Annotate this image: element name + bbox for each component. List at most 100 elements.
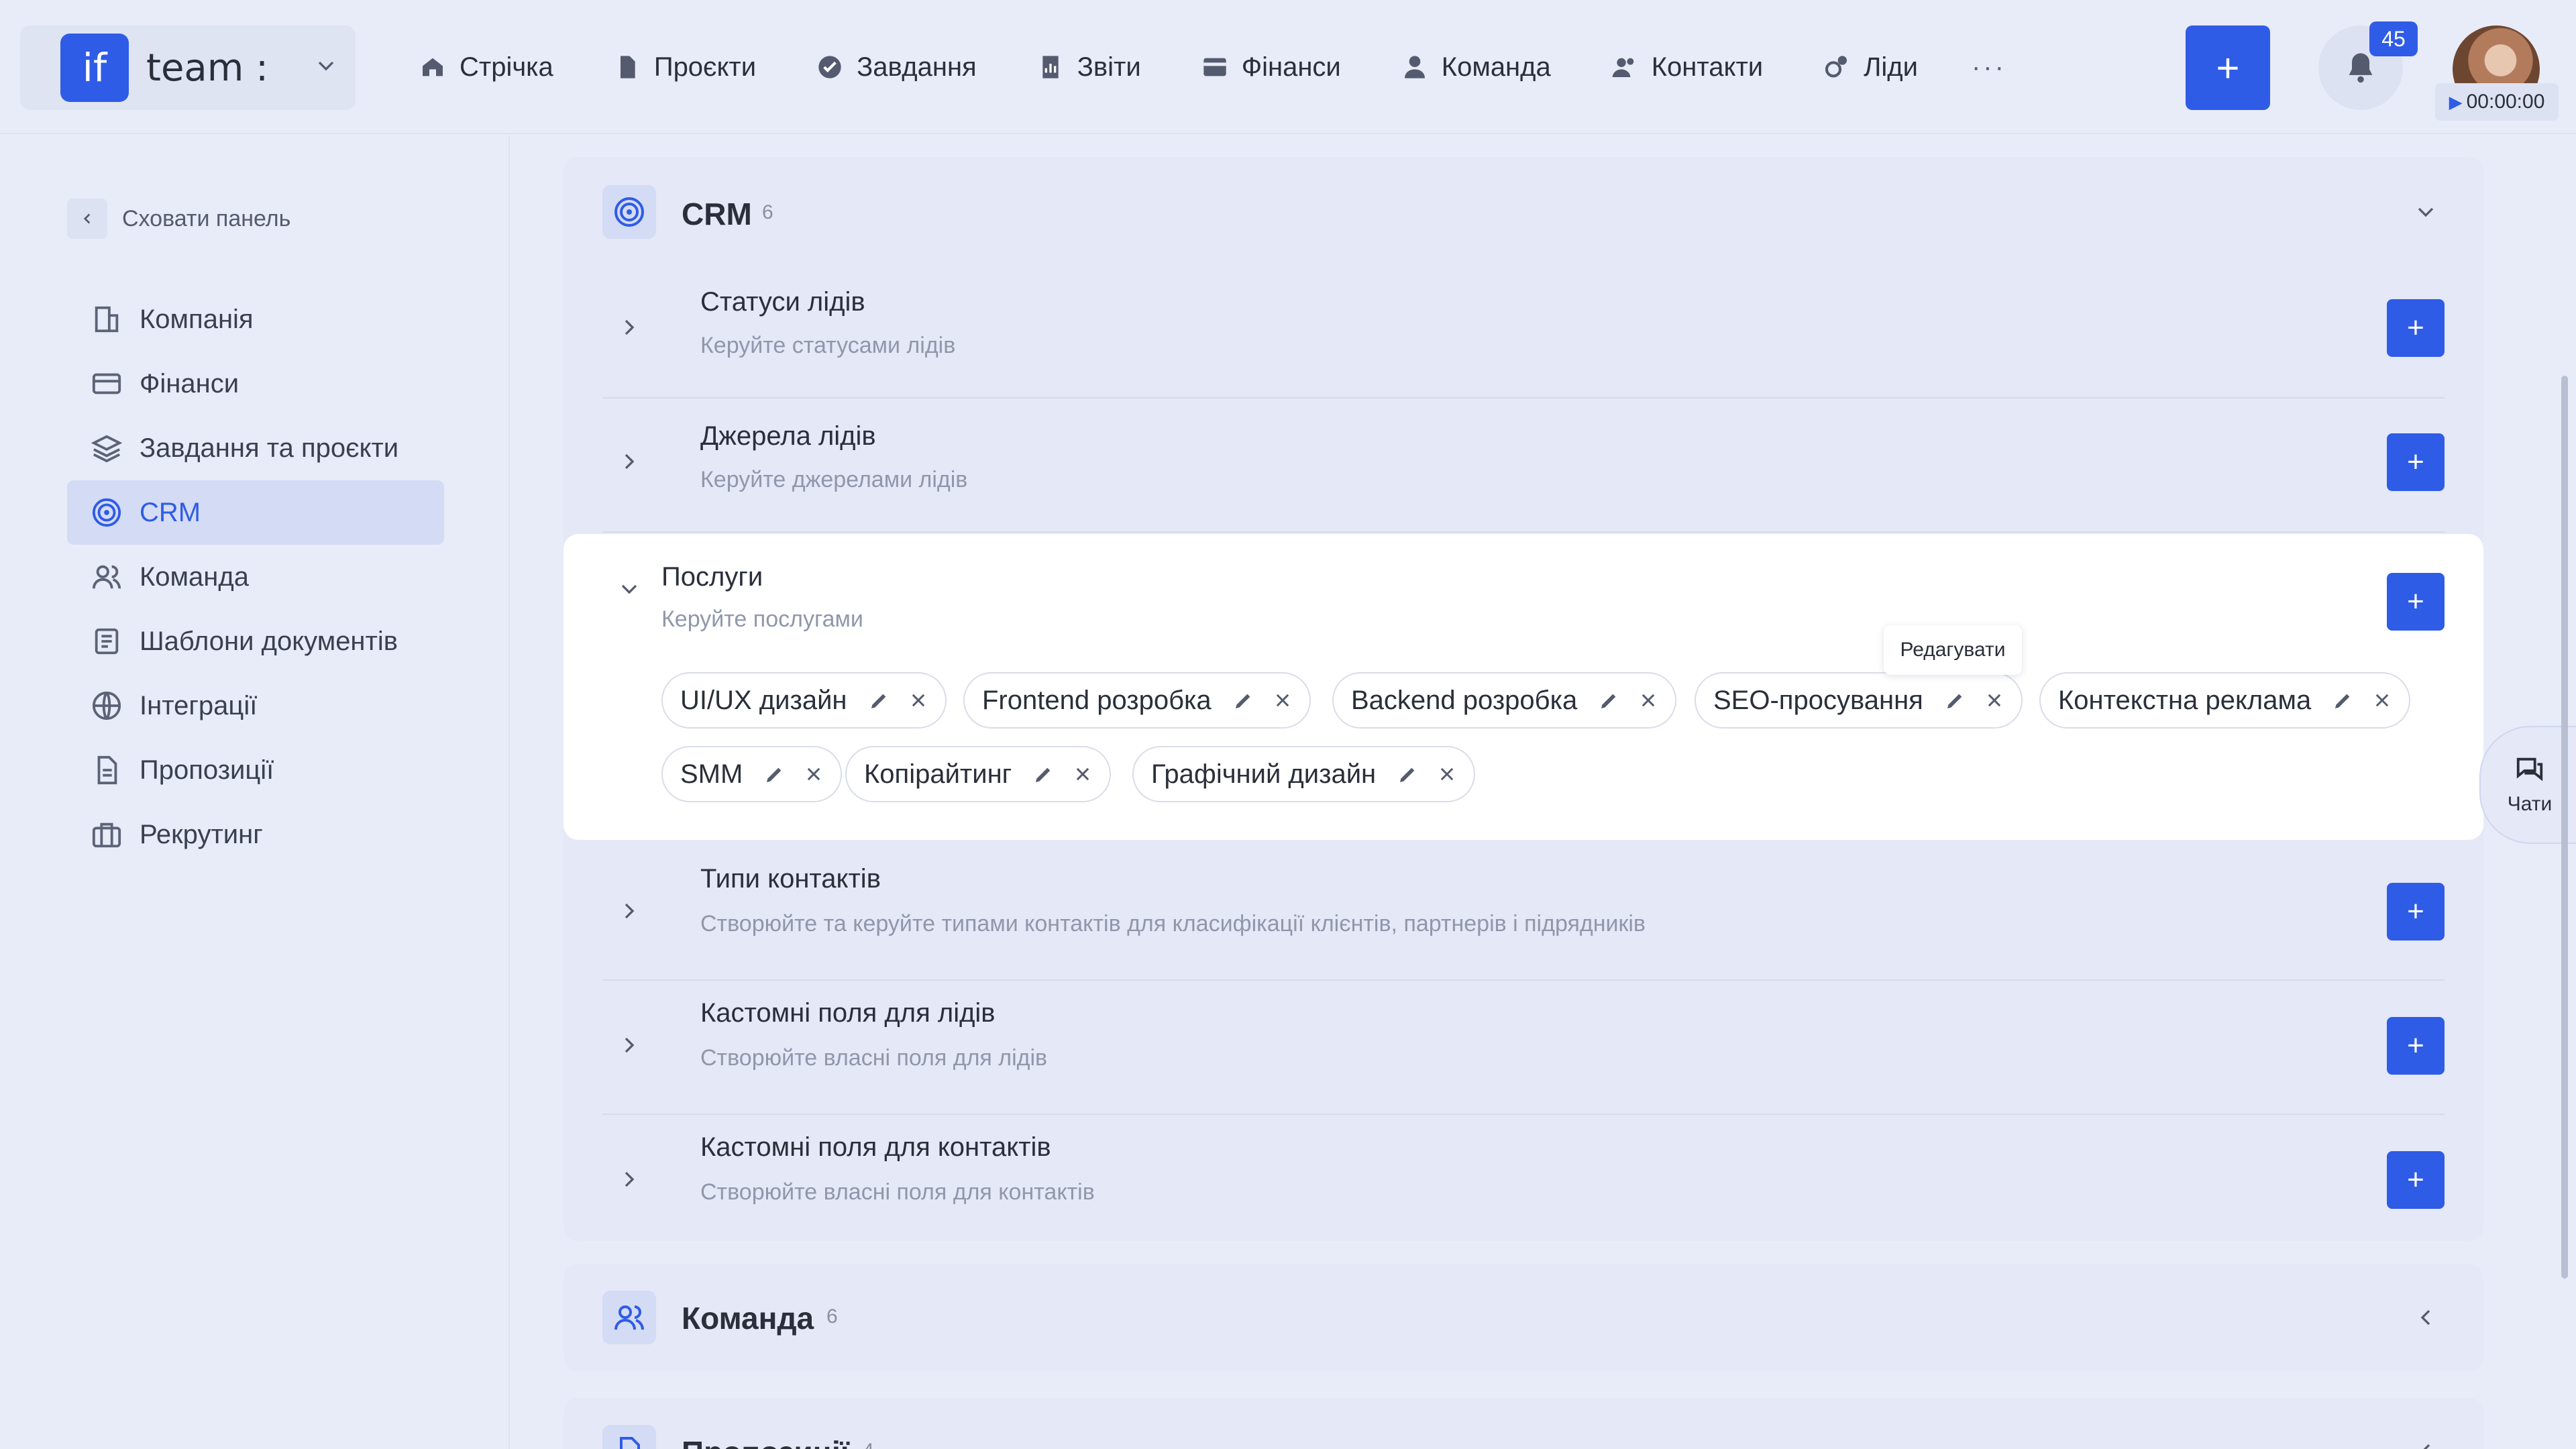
row-subtitle: Створюйте та керуйте типами контактів дл… <box>700 911 1646 936</box>
nav-item-team[interactable]: Команда <box>1401 52 1551 83</box>
company-icon <box>95 306 119 333</box>
sidebar-item-proposals[interactable]: Пропозиції <box>67 738 444 802</box>
team-section[interactable]: Команда 6 <box>564 1264 2483 1371</box>
proposal-icon <box>602 1425 656 1449</box>
sidebar-item-crm[interactable]: CRM <box>67 480 444 545</box>
sidebar-item-integrations[interactable]: Інтеграції <box>67 674 444 738</box>
nav-item-projects[interactable]: Проєкти <box>614 52 756 83</box>
crm-row-contact-custom-fields[interactable]: Кастомні поля для контактів Створюйте вл… <box>602 1116 2445 1241</box>
sidebar-item-label: CRM <box>140 497 201 527</box>
settings-sidebar: Сховати панель Компанія Фінанси Завдання… <box>0 136 510 1449</box>
row-subtitle: Керуйте послугами <box>661 606 863 632</box>
sidebar-item-label: Фінанси <box>140 368 239 398</box>
pencil-icon[interactable] <box>869 690 890 711</box>
crm-row-lead-statuses[interactable]: Статуси лідів Керуйте статусами лідів + <box>602 272 2445 398</box>
close-icon[interactable] <box>1438 765 1456 784</box>
top-navigation-bar: if team : Стрічка Проєкти Завдання Звіти… <box>0 0 2576 134</box>
row-subtitle: Керуйте статусами лідів <box>700 333 956 358</box>
service-tag: Контекстна реклама <box>2039 672 2411 729</box>
nav-item-tasks[interactable]: Завдання <box>816 52 977 83</box>
crm-row-lead-sources[interactable]: Джерела лідів Керуйте джерелами лідів + <box>602 407 2445 533</box>
chevron-right-icon[interactable] <box>616 1032 643 1059</box>
document-icon <box>620 56 635 78</box>
close-icon[interactable] <box>1273 691 1292 710</box>
nav-item-contacts[interactable]: Контакти <box>1611 52 1763 83</box>
chevron-left-icon[interactable] <box>2412 1304 2439 1331</box>
create-new-button[interactable]: + <box>2186 25 2270 110</box>
chevron-down-icon[interactable] <box>616 576 643 602</box>
sidebar-item-label: Компанія <box>140 304 254 334</box>
layers-icon <box>91 435 122 463</box>
chevron-down-icon <box>318 61 334 71</box>
chat-icon <box>2516 757 2543 782</box>
row-title: Послуги <box>661 562 763 592</box>
service-tag: Frontend розробка <box>963 672 1311 729</box>
add-service-button[interactable]: + <box>2387 573 2445 631</box>
team-icon <box>602 1291 656 1344</box>
service-tag-label: UI/UX дизайн <box>680 685 847 715</box>
close-icon[interactable] <box>2373 691 2392 710</box>
pencil-icon[interactable] <box>2332 690 2354 711</box>
pencil-icon[interactable] <box>1233 690 1254 711</box>
crm-row-lead-custom-fields[interactable]: Кастомні поля для лідів Створюйте власні… <box>602 982 2445 1115</box>
chevron-right-icon[interactable] <box>616 898 643 924</box>
hide-panel-button[interactable]: Сховати панель <box>67 199 290 239</box>
proposal-icon <box>97 755 117 785</box>
close-icon[interactable] <box>909 691 928 710</box>
nav-item-label: Фінанси <box>1241 52 1341 82</box>
workspace-switcher[interactable]: if team : <box>20 25 356 110</box>
nav-item-feed[interactable]: Стрічка <box>419 52 553 83</box>
service-tag-label: Контекстна реклама <box>2058 685 2312 715</box>
nav-item-label: Команда <box>1441 52 1551 82</box>
briefcase-icon <box>92 822 121 848</box>
add-lead-status-button[interactable]: + <box>2387 299 2445 357</box>
section-count: 6 <box>762 201 773 223</box>
proposals-section[interactable]: Пропозиції 4 <box>564 1398 2483 1449</box>
add-contact-field-button[interactable]: + <box>2387 1151 2445 1209</box>
sidebar-item-recruiting[interactable]: Рекрутинг <box>67 802 444 867</box>
service-tag: SMM <box>661 746 843 802</box>
pencil-icon[interactable] <box>1397 763 1419 785</box>
row-title: Кастомні поля для контактів <box>700 1132 1051 1162</box>
sidebar-menu: Компанія Фінанси Завдання та проєкти CRM… <box>67 287 444 867</box>
sidebar-item-finance[interactable]: Фінанси <box>67 352 444 416</box>
time-tracker[interactable]: ▶ 00:00:00 <box>2435 83 2559 121</box>
row-title: Статуси лідів <box>700 287 865 317</box>
chevron-left-icon[interactable] <box>2412 1438 2439 1449</box>
chevron-right-icon[interactable] <box>616 314 643 341</box>
team-icon <box>92 565 121 589</box>
globe-icon <box>92 691 121 720</box>
lead-icon <box>1825 56 1847 78</box>
pencil-icon[interactable] <box>764 763 786 785</box>
close-icon[interactable] <box>1073 765 1092 784</box>
row-subtitle: Створюйте власні поля для лідів <box>700 1045 1048 1071</box>
more-menu-button[interactable]: ··· <box>1972 52 2006 83</box>
users-icon <box>1612 58 1634 77</box>
nav-item-finance[interactable]: Фінанси <box>1201 52 1341 83</box>
pencil-icon[interactable] <box>1599 690 1620 711</box>
chevron-right-icon[interactable] <box>616 448 643 475</box>
chevron-right-icon[interactable] <box>616 1166 643 1193</box>
add-contact-type-button[interactable]: + <box>2387 883 2445 941</box>
settings-content: CRM 6 Статуси лідів Керуйте статусами лі… <box>564 157 2483 1449</box>
workspace-name: team : <box>146 46 268 90</box>
nav-item-leads[interactable]: Ліди <box>1823 52 1918 83</box>
add-lead-field-button[interactable]: + <box>2387 1017 2445 1075</box>
sidebar-item-tasks-projects[interactable]: Завдання та проєкти <box>67 416 444 480</box>
sidebar-item-doc-templates[interactable]: Шаблони документів <box>67 609 444 674</box>
close-icon[interactable] <box>1639 691 1658 710</box>
pencil-icon[interactable] <box>1033 763 1055 785</box>
pencil-icon[interactable] <box>1945 690 1966 711</box>
close-icon[interactable] <box>804 765 823 784</box>
sidebar-item-company[interactable]: Компанія <box>67 287 444 352</box>
add-lead-source-button[interactable]: + <box>2387 433 2445 491</box>
page-scrollbar[interactable] <box>2561 376 2568 1279</box>
chevron-down-icon[interactable] <box>2412 199 2439 225</box>
close-icon[interactable] <box>1985 691 2004 710</box>
crm-row-contact-types[interactable]: Типи контактів Створюйте та керуйте типа… <box>602 848 2445 981</box>
crm-row-services-expanded: Послуги Керуйте послугами + UI/UX дизайн… <box>564 534 2483 840</box>
nav-item-reports[interactable]: Звіти <box>1037 52 1141 83</box>
row-title: Типи контактів <box>700 864 881 894</box>
section-title: CRM <box>682 197 752 231</box>
sidebar-item-team[interactable]: Команда <box>67 545 444 609</box>
